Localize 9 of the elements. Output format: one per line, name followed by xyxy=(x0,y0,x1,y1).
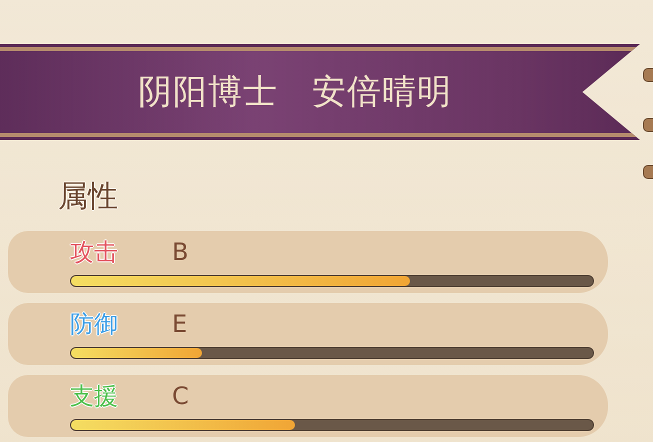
banner-title: 阴阳博士 xyxy=(138,71,278,114)
section-heading: 属性 xyxy=(58,178,118,216)
stat-grade: C xyxy=(172,382,189,410)
stat-grade: B xyxy=(172,238,188,266)
stat-label: 防御 xyxy=(70,309,119,340)
stat-grade: E xyxy=(172,310,188,338)
stat-label: 支援 xyxy=(70,381,119,412)
character-name: 安倍晴明 xyxy=(312,71,452,114)
stat-label: 攻击 xyxy=(70,237,119,268)
